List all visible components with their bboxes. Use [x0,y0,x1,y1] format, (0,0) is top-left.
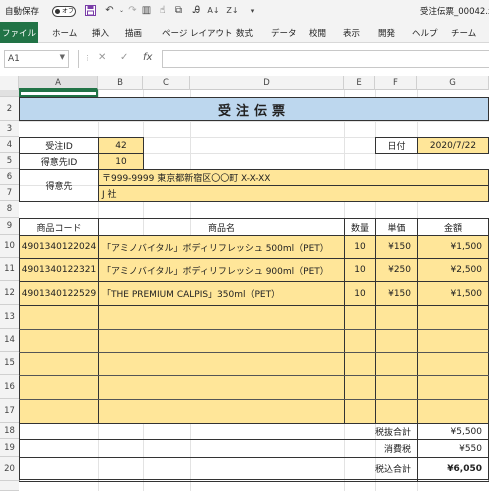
table-row-name[interactable]: 「アミノバイタル」ボディリフレッシュ 500ml（PET） [98,235,345,259]
header-amount: 金額 [417,218,489,236]
tab-file[interactable]: ファイル [0,22,38,43]
column-header[interactable]: F [375,76,417,90]
enter-icon[interactable]: ✓ [120,52,128,63]
title-bar: 自動保存 オフ ↶ ⌄ ↷ ▥ ☝ ⧉ Ꭿ A↓ Z↓ ▾ 受注伝票_00042… [0,0,489,22]
subtotal-value[interactable]: ¥5,500 [417,423,489,440]
company-cell[interactable]: J 社 [98,185,489,202]
column-header[interactable]: D [190,76,344,90]
total-label: 税込合計 [19,457,418,482]
row-header[interactable]: 9 [0,218,19,235]
more-icon: ⋮ [84,54,91,62]
row-header[interactable]: 5 [0,153,19,169]
tab-team[interactable]: チーム [451,27,476,39]
tax-label: 消費税 [19,439,418,458]
column-header[interactable]: A [19,76,98,90]
row-header[interactable]: 10 [0,235,19,258]
row-header[interactable]: 16 [0,375,19,399]
touch-mode-icon[interactable]: ☝ [156,4,169,17]
select-all-button[interactable] [0,76,19,90]
name-box[interactable]: A1 ▼ [4,50,69,68]
tab-data[interactable]: データ [271,27,297,39]
table-row-qty[interactable]: 10 [344,281,376,306]
tab-developer[interactable]: 開発 [378,27,395,39]
name-box-dropdown-icon: ▼ [59,53,65,61]
date-label: 日付 [375,137,418,154]
table-row-qty[interactable]: 10 [344,235,376,259]
order-id-cell[interactable]: 42 [98,137,144,154]
row-header[interactable]: 3 [0,121,19,137]
tab-draw[interactable]: 描画 [125,27,142,39]
tab-review[interactable]: 校閲 [309,27,326,39]
column-header[interactable]: G [417,76,489,90]
total-value[interactable]: ¥6,050 [417,457,489,482]
table-row-amount[interactable]: ¥2,500 [417,258,489,282]
column-header[interactable]: B [98,76,143,90]
row-header[interactable]: 18 [0,423,19,439]
address-cell[interactable]: 〒999-9999 東京都新宿区〇〇町 X-X-XX [98,169,489,186]
row-header[interactable]: 4 [0,137,19,153]
row-header[interactable]: 8 [0,201,19,218]
tab-home[interactable]: ホーム [52,27,77,39]
row-header[interactable]: 7 [0,185,19,201]
tab-page-layout[interactable]: ページ レイアウト [162,27,233,39]
customize-toolbar-icon[interactable]: ▾ [246,4,259,17]
sheet-title: 受注伝票 [19,97,489,121]
table-row-price[interactable]: ¥150 [375,235,418,259]
table-row-price[interactable]: ¥250 [375,258,418,282]
sort-ascending-icon[interactable]: A↓ [207,4,220,17]
formula-input[interactable] [162,50,489,68]
chart-icon[interactable]: ▥ [140,4,153,17]
column-header[interactable]: E [344,76,375,90]
header-product-name: 商品名 [98,218,345,236]
header-unit-price: 単価 [375,218,418,236]
table-row-name[interactable]: 「アミノバイタル」ボディリフレッシュ 900ml（PET） [98,258,345,282]
row-header[interactable]: 14 [0,329,19,352]
redo-icon[interactable]: ↷ [126,4,139,17]
table-row-name[interactable]: 「THE PREMIUM CALPIS」350ml（PET） [98,281,345,306]
table-row-amount[interactable]: ¥1,500 [417,235,489,259]
tab-view[interactable]: 表示 [343,27,360,39]
insert-function-icon[interactable]: fx [143,52,152,63]
text-format-icon[interactable]: Ꭿ [190,4,203,17]
table-row-code[interactable]: 4901340122321 [19,258,99,282]
row-header[interactable]: 11 [0,258,19,281]
save-icon[interactable] [84,4,97,17]
sort-descending-icon[interactable]: Z↓ [226,4,239,17]
autosave-toggle[interactable]: オフ [52,6,76,17]
column-header[interactable]: C [143,76,190,90]
row-header[interactable]: 12 [0,281,19,305]
autosave-label: 自動保存 [5,7,40,17]
empty-item-rows[interactable] [19,305,489,424]
customer-label: 得意先 [19,169,99,202]
subtotal-label: 税抜合計 [19,423,418,440]
cancel-icon[interactable]: ✕ [98,52,106,63]
table-row-code[interactable]: 4901340122024 [19,235,99,259]
group-icon[interactable]: ⧉ [172,4,185,17]
date-cell[interactable]: 2020/7/22 [417,137,489,154]
order-id-label: 受注ID [19,137,99,154]
window-title: 受注伝票_00042.x [420,7,489,17]
row-header[interactable]: 19 [0,439,19,457]
customer-id-label: 得意先ID [19,153,99,170]
table-row-code[interactable]: 4901340122529 [19,281,99,306]
tab-help[interactable]: ヘルプ [412,27,438,39]
header-product-code: 商品コード [19,218,99,236]
customer-id-cell[interactable]: 10 [98,153,144,170]
table-row-price[interactable]: ¥150 [375,281,418,306]
row-header[interactable]: 17 [0,399,19,423]
header-quantity: 数量 [344,218,376,236]
row-header[interactable]: 20 [0,457,19,481]
row-header[interactable]: 13 [0,305,19,329]
tab-formulas[interactable]: 数式 [236,27,253,39]
table-row-qty[interactable]: 10 [344,258,376,282]
tab-insert[interactable]: 挿入 [92,27,109,39]
row-header[interactable]: 15 [0,352,19,375]
tax-value[interactable]: ¥550 [417,439,489,458]
row-header[interactable]: 2 [0,97,19,121]
row-header[interactable] [0,90,19,97]
row-header[interactable]: 6 [0,169,19,185]
table-row-amount[interactable]: ¥1,500 [417,281,489,306]
selected-cell[interactable] [19,90,98,97]
